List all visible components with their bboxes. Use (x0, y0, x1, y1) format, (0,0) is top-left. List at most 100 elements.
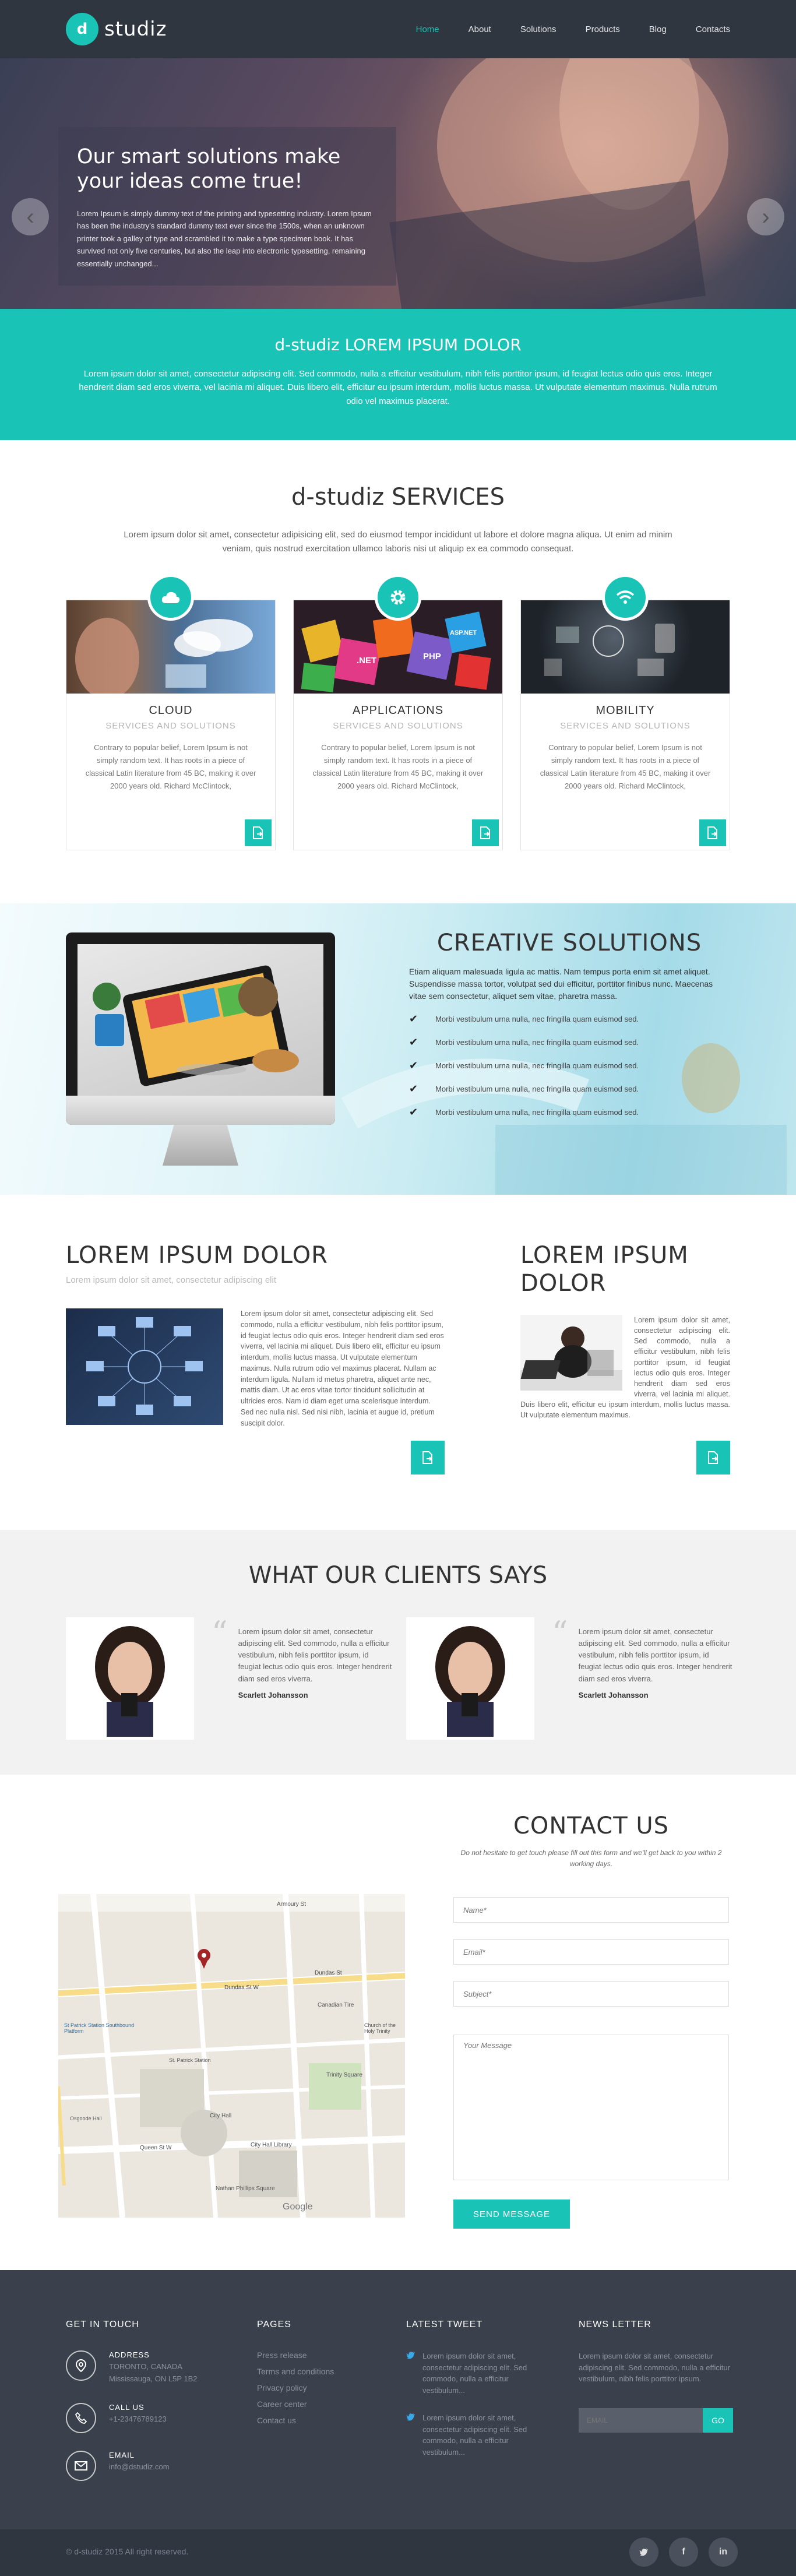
call-label: CALL US (109, 2402, 145, 2412)
email-address[interactable]: info@dstudiz.com (109, 2461, 170, 2473)
footer-heading: NEWS LETTER (579, 2320, 651, 2329)
testimonials-section: WHAT OUR CLIENTS SAYS “ Lorem ipsum dolo… (0, 1530, 796, 1775)
latest-tweet-column: LATEST TWEET Lorem ipsum dolor sit amet,… (406, 2320, 540, 2474)
footer-link[interactable]: Career center (257, 2399, 374, 2409)
intro-band: d-studiz LOREM IPSUM DOLOR Lorem ipsum d… (0, 309, 796, 440)
list-item: ✔ Morbi vestibulum urna nulla, nec fringi… (409, 1083, 730, 1095)
lorem-right-button[interactable] (696, 1441, 730, 1474)
footer-heading: PAGES (257, 2320, 291, 2329)
testimonial-text: Lorem ipsum dolor sit amet, consectetur … (238, 1627, 392, 1683)
document-arrow-icon (480, 826, 490, 839)
apple-logo-icon (66, 1096, 335, 1125)
list-item-text: Morbi vestibulum urna nulla, nec fringil… (435, 1015, 639, 1023)
lorem-left-text: Lorem ipsum dolor sit amet, consectetur … (241, 1310, 444, 1427)
lorem-left-subtitle: Lorem ipsum dolor sit amet, consectetur … (66, 1275, 276, 1285)
footer-link[interactable]: Press release (257, 2350, 374, 2360)
social-links: f in (629, 2538, 738, 2567)
logo[interactable]: d studiz (66, 13, 167, 45)
lorem-right-block: LOREM IPSUM DOLOR Lorem ipsum dolor sit … (520, 1241, 730, 1420)
newsletter-go-button[interactable]: GO (703, 2408, 733, 2433)
map-label: Queen St W (140, 2145, 172, 2151)
email-field[interactable] (453, 1939, 729, 1965)
testimonial-1: “ Lorem ipsum dolor sit amet, consectetu… (66, 1617, 392, 1740)
lorem-left-block: LOREM IPSUM DOLOR Lorem ipsum dolor sit … (66, 1241, 445, 1428)
hero-prev-arrow[interactable]: ‹ (12, 198, 49, 235)
imac-stand (163, 1125, 238, 1166)
hero-next-arrow[interactable]: › (747, 198, 784, 235)
tweet-item: Lorem ipsum dolor sit amet, consectetur … (406, 2412, 540, 2458)
map-label: Church of the Holy Trinity (364, 2022, 396, 2034)
gear-icon (375, 574, 421, 621)
net-tag: .NET (357, 656, 377, 666)
footer-heading: GET IN TOUCH (66, 2320, 139, 2329)
card-title: CLOUD (149, 704, 193, 717)
creative-title: CREATIVE SOLUTIONS (436, 930, 702, 956)
copyright: © d-studiz 2015 All right reserved. (66, 2547, 189, 2556)
map-label: Dundas St (315, 1970, 342, 1976)
clients-title: WHAT OUR CLIENTS SAYS (248, 1562, 548, 1589)
nav-home[interactable]: Home (416, 24, 439, 34)
services-section: d-studiz SERVICES Lorem ipsum dolor sit … (0, 440, 796, 903)
footer-heading: LATEST TWEET (406, 2320, 483, 2329)
list-item: ✔ Morbi vestibulum urna nulla, nec fringi… (409, 1013, 730, 1025)
client-photo (66, 1617, 194, 1740)
send-message-button[interactable]: SEND MESSAGE (453, 2200, 570, 2229)
feature-list: ✔ Morbi vestibulum urna nulla, nec fringi… (409, 1013, 730, 1118)
check-icon: ✔ (409, 1013, 418, 1025)
site-header: d studiz Home About Solutions Products B… (0, 0, 796, 58)
creative-text: Etiam aliquam malesuada ligula ac mattis… (409, 967, 713, 1001)
check-icon: ✔ (409, 1083, 418, 1095)
subject-field[interactable] (453, 1981, 729, 2007)
service-card-applications: .NET PHP ASP.NET APPLICATIONS SERVICES A… (293, 574, 503, 850)
nav-about[interactable]: About (469, 24, 491, 34)
chevron-left-icon: ‹ (26, 204, 34, 230)
twitter-icon (639, 2549, 648, 2556)
hero-slider: ‹ › Our smart solutions make your ideas … (0, 58, 796, 309)
linkedin-social-button[interactable]: in (709, 2538, 738, 2567)
name-field[interactable] (453, 1897, 729, 1923)
pages-column: PAGES Press release Terms and conditions… (257, 2320, 374, 2432)
testimonial-text: Lorem ipsum dolor sit amet, consectetur … (578, 1627, 732, 1683)
document-arrow-icon (707, 826, 717, 839)
lorem-left-button[interactable] (411, 1441, 445, 1474)
footer-link[interactable]: Contact us (257, 2416, 374, 2425)
nav-contacts[interactable]: Contacts (696, 24, 730, 34)
card-link-button[interactable] (469, 816, 502, 850)
address-item: ADDRESS TORONTO, CANADA Mississauga, ON … (66, 2350, 229, 2385)
creative-content: CREATIVE SOLUTIONS Etiam aliquam malesua… (409, 930, 730, 1129)
twitter-social-button[interactable] (629, 2538, 658, 2567)
get-in-touch-column: GET IN TOUCH ADDRESS TORONTO, CANADA Mis… (66, 2320, 229, 2498)
check-icon: ✔ (409, 1106, 418, 1118)
document-arrow-icon (422, 1451, 432, 1464)
bottom-bar: © d-studiz 2015 All right reserved. f in (0, 2529, 796, 2576)
imac-image (66, 932, 335, 1166)
nav-solutions[interactable]: Solutions (520, 24, 557, 34)
logo-text: studiz (104, 17, 167, 41)
location-map[interactable]: Armoury St Dundas St W Dundas St Canadia… (58, 1894, 405, 2218)
map-label: Osgoode Hall (70, 2116, 102, 2121)
nav-products[interactable]: Products (586, 24, 620, 34)
aspnet-tag: ASP.NET (450, 629, 477, 636)
service-card-mobility: MOBILITY SERVICES AND SOLUTIONS Contrary… (520, 574, 730, 850)
card-link-button[interactable] (241, 816, 275, 850)
hero-caption: Our smart solutions make your ideas come… (58, 127, 396, 286)
service-card-cloud: CLOUD SERVICES AND SOLUTIONS Contrary to… (66, 574, 276, 850)
creative-section: CREATIVE SOLUTIONS Etiam aliquam malesua… (0, 903, 796, 1195)
newsletter-column: NEWS LETTER Lorem ipsum dolor sit amet, … (579, 2320, 736, 2433)
footer-link[interactable]: Terms and conditions (257, 2367, 374, 2376)
facebook-icon: f (682, 2547, 685, 2557)
newsletter-email-input[interactable] (579, 2408, 703, 2433)
lorem-section: LOREM IPSUM DOLOR Lorem ipsum dolor sit … (0, 1195, 796, 1530)
phone-icon (66, 2402, 96, 2433)
card-link-button[interactable] (696, 816, 730, 850)
phone-number[interactable]: +1-23476789123 (109, 2413, 167, 2426)
card-title: MOBILITY (596, 704, 655, 717)
lorem-right-title: LOREM IPSUM DOLOR (520, 1242, 689, 1297)
facebook-social-button[interactable]: f (669, 2538, 698, 2567)
check-icon: ✔ (409, 1036, 418, 1048)
address-label: ADDRESS (109, 2350, 150, 2359)
list-item: ✔ Morbi vestibulum urna nulla, nec fringi… (409, 1036, 730, 1048)
nav-blog[interactable]: Blog (649, 24, 667, 34)
message-field[interactable] (453, 2035, 729, 2181)
footer-link[interactable]: Privacy policy (257, 2383, 374, 2392)
